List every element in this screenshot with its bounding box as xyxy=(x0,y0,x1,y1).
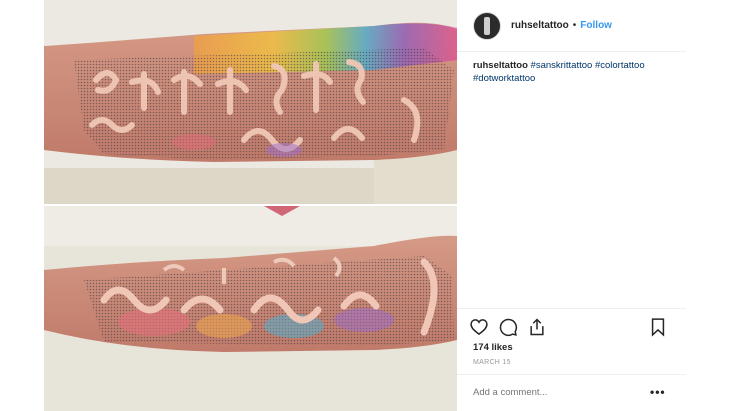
bookmark-icon[interactable] xyxy=(648,317,668,337)
comment-icon[interactable] xyxy=(498,317,518,337)
separator-dot: • xyxy=(572,20,577,31)
post-date: MARCH 15 xyxy=(473,359,511,366)
hashtag-sanskrittattoo[interactable]: #sanskrittattoo xyxy=(531,60,593,71)
comment-bar: ••• xyxy=(457,374,686,411)
avatar-image xyxy=(484,16,490,35)
post-side-panel: ruhseltattoo • Follow ruhseltattoo #sans… xyxy=(457,0,686,411)
hashtag-colortattoo[interactable]: #colortattoo xyxy=(595,60,645,71)
heart-icon[interactable] xyxy=(469,317,489,337)
comment-input[interactable] xyxy=(473,387,623,398)
avatar[interactable] xyxy=(473,11,501,40)
caption-username[interactable]: ruhseltattoo xyxy=(473,60,528,71)
action-bar-divider xyxy=(457,308,686,309)
likes-count[interactable]: 174 likes xyxy=(473,342,513,353)
follow-button[interactable]: Follow xyxy=(580,20,612,31)
post-header: ruhseltattoo • Follow xyxy=(457,0,686,52)
share-icon[interactable] xyxy=(527,317,547,337)
post-photo[interactable] xyxy=(44,0,457,411)
more-options-icon[interactable]: ••• xyxy=(650,386,666,398)
hashtag-dotworktattoo[interactable]: #dotworktattoo xyxy=(473,73,535,84)
post-caption: ruhseltattoo #sanskrittattoo #colortatto… xyxy=(473,60,678,85)
username-link[interactable]: ruhseltattoo xyxy=(511,20,569,31)
tattoo-photo-image xyxy=(44,0,457,411)
